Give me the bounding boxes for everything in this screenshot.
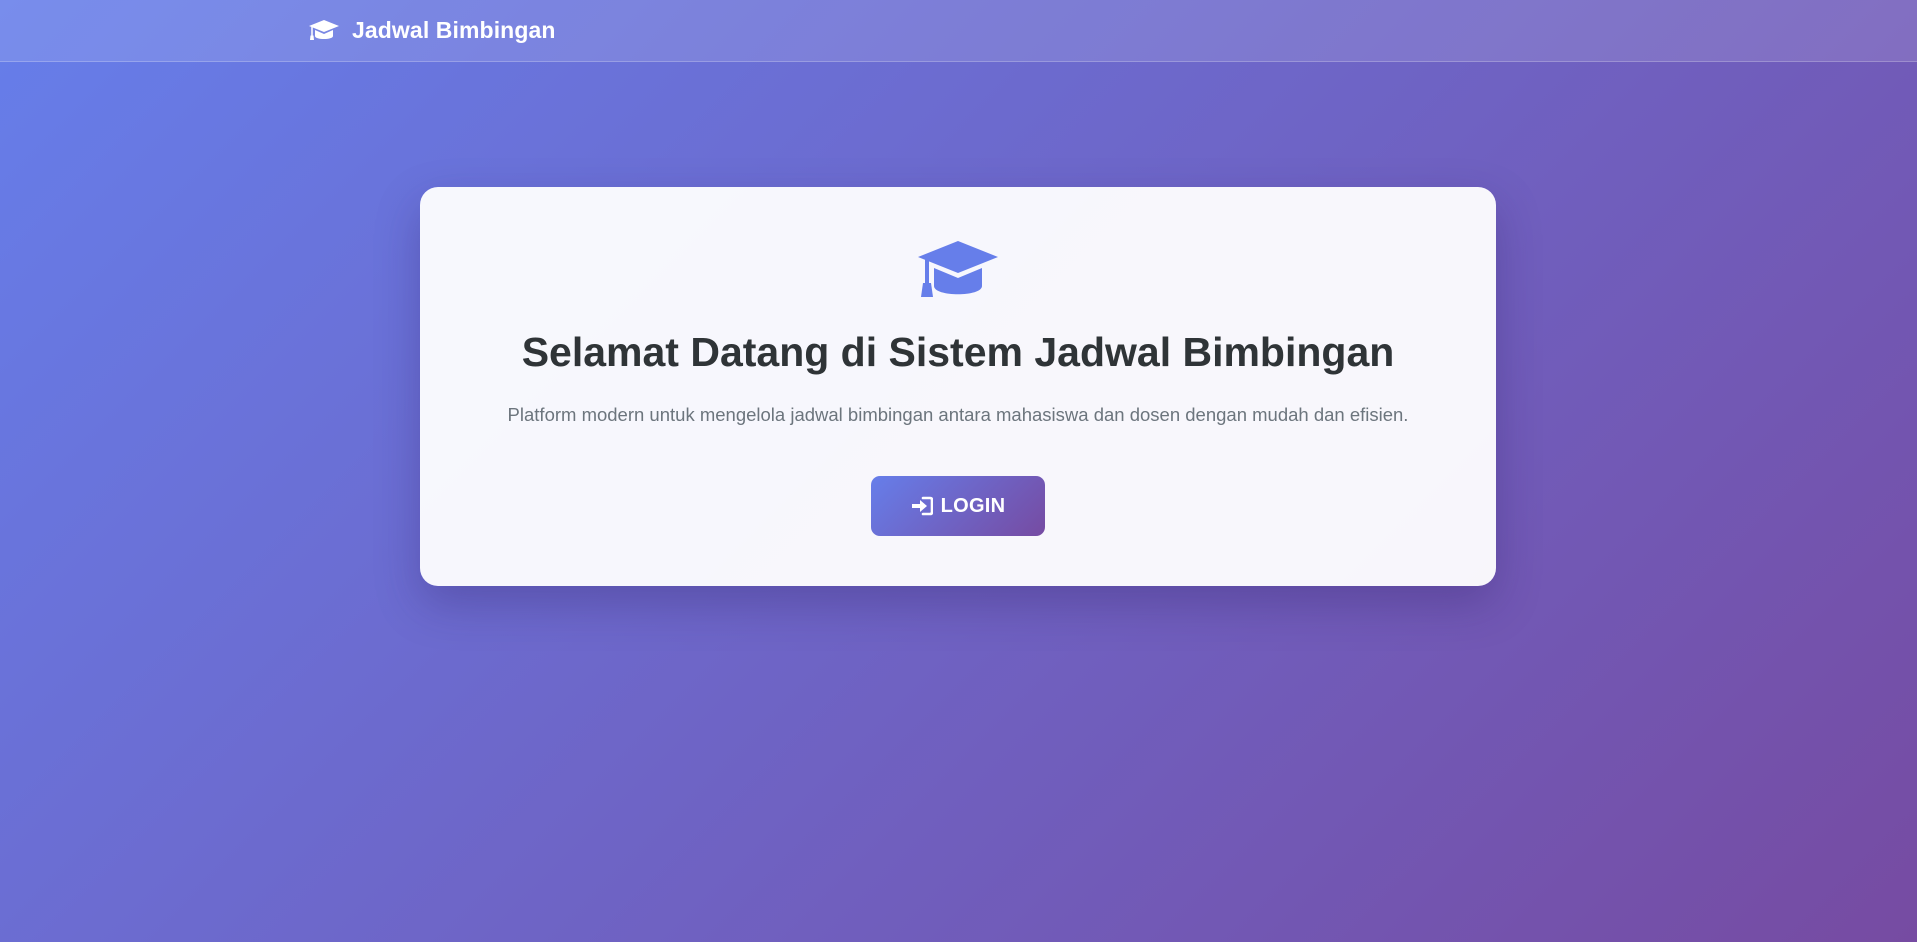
- login-button-label: LOGIN: [940, 494, 1006, 517]
- top-navbar: Jadwal Bimbingan: [0, 0, 1917, 62]
- login-button[interactable]: LOGIN: [871, 476, 1045, 536]
- graduation-cap-icon: [308, 19, 340, 43]
- page-subtitle: Platform modern untuk mengelola jadwal b…: [507, 404, 1409, 425]
- welcome-card: Selamat Datang di Sistem Jadwal Bimbinga…: [420, 187, 1496, 586]
- sign-in-icon: [911, 496, 933, 516]
- brand-title: Jadwal Bimbingan: [352, 17, 556, 43]
- brand-link[interactable]: Jadwal Bimbingan: [308, 17, 556, 44]
- page-title: Selamat Datang di Sistem Jadwal Bimbinga…: [521, 329, 1395, 375]
- graduation-cap-icon: [916, 239, 1000, 301]
